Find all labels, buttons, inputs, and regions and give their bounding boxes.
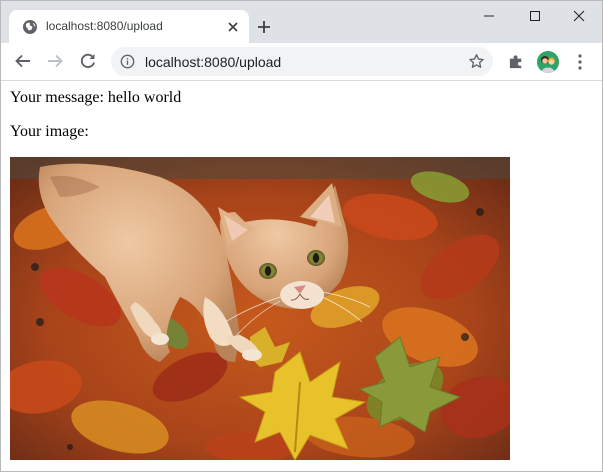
maximize-button[interactable] — [512, 1, 558, 31]
url-text[interactable]: localhost:8080/upload — [145, 54, 281, 70]
profile-avatar[interactable] — [537, 51, 559, 73]
close-icon — [573, 10, 585, 22]
tab-strip: localhost:8080/upload — [1, 1, 602, 43]
globe-icon — [23, 20, 37, 34]
tab-close-icon[interactable] — [225, 19, 241, 35]
minimize-button[interactable] — [466, 1, 512, 31]
reload-icon[interactable] — [78, 51, 98, 71]
uploaded-cat-photo — [10, 157, 510, 460]
bookmark-star-icon[interactable] — [468, 53, 485, 70]
tab-title: localhost:8080/upload — [46, 19, 163, 33]
tab-upload[interactable]: localhost:8080/upload — [9, 10, 249, 43]
close-window-button[interactable] — [556, 1, 602, 31]
address-bar[interactable]: localhost:8080/upload — [111, 47, 493, 76]
avatar-icon — [537, 51, 559, 73]
forward-arrow-icon[interactable] — [45, 51, 65, 71]
extensions-puzzle-icon[interactable] — [508, 53, 525, 70]
new-tab-plus-icon[interactable] — [255, 18, 273, 36]
message-text: Your message: hello world — [10, 89, 182, 106]
maximize-icon — [530, 11, 540, 21]
site-info-icon[interactable] — [120, 54, 135, 69]
image-label: Your image: — [10, 123, 89, 140]
back-arrow-icon[interactable] — [13, 51, 33, 71]
kebab-menu-icon[interactable] — [575, 53, 585, 71]
minimize-icon — [484, 15, 494, 17]
page-content: Your message: hello world Your image: — [1, 81, 602, 471]
browser-window: localhost:8080/upload localhost:8080/upl… — [0, 0, 603, 472]
browser-toolbar: localhost:8080/upload — [1, 43, 602, 81]
